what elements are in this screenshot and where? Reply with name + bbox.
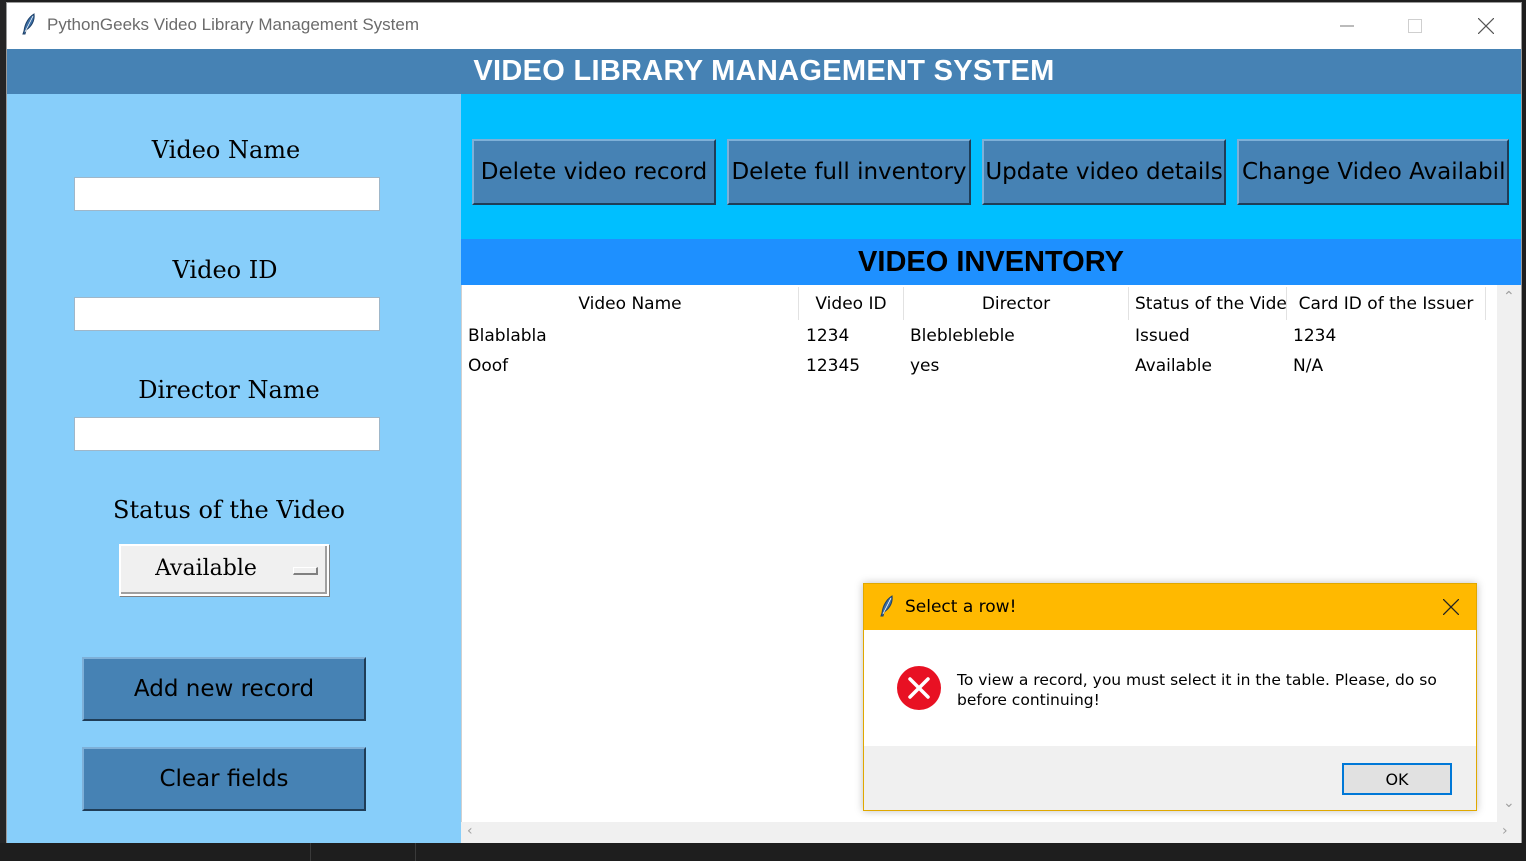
feather-icon bbox=[22, 13, 35, 35]
video-name-input[interactable] bbox=[74, 177, 380, 211]
column-header-card-id[interactable]: Card ID of the Issuer bbox=[1287, 287, 1486, 320]
delete-inventory-button[interactable]: Delete full inventory bbox=[727, 139, 971, 205]
error-icon bbox=[897, 666, 941, 710]
cell-status: Available bbox=[1135, 356, 1212, 376]
status-option-menu[interactable]: Available bbox=[119, 544, 329, 596]
minimize-button[interactable] bbox=[1313, 3, 1381, 49]
dialog-title: Select a row! bbox=[905, 597, 1017, 617]
table-row[interactable]: Blablabla 1234 Bleblebleble Issued 1234 bbox=[462, 323, 1496, 351]
column-header-status[interactable]: Status of the Videc bbox=[1129, 287, 1287, 320]
close-button[interactable] bbox=[1452, 3, 1520, 49]
background-divider bbox=[415, 843, 416, 861]
feather-icon bbox=[880, 595, 893, 617]
video-name-label: Video Name bbox=[151, 136, 301, 164]
column-header-director[interactable]: Director bbox=[904, 287, 1129, 320]
app-header: VIDEO LIBRARY MANAGEMENT SYSTEM bbox=[7, 49, 1521, 94]
dialog-close-button[interactable] bbox=[1430, 593, 1472, 621]
maximize-icon bbox=[1408, 19, 1422, 33]
status-selected-value: Available bbox=[155, 556, 257, 581]
delete-record-button[interactable]: Delete video record bbox=[472, 139, 716, 205]
close-icon bbox=[1478, 18, 1494, 34]
scroll-down-icon[interactable]: ⌄ bbox=[1503, 795, 1515, 811]
horizontal-scrollbar[interactable]: ‹ › bbox=[461, 822, 1521, 843]
background-divider bbox=[310, 843, 311, 861]
close-icon bbox=[1443, 599, 1459, 615]
cell-video-id: 1234 bbox=[806, 326, 850, 346]
clear-fields-button[interactable]: Clear fields bbox=[82, 747, 366, 811]
director-name-input[interactable] bbox=[74, 417, 380, 451]
dialog-message: To view a record, you must select it in … bbox=[957, 671, 1437, 709]
cell-card-id: N/A bbox=[1293, 356, 1324, 376]
cell-status: Issued bbox=[1135, 326, 1190, 346]
table-row[interactable]: Ooof 12345 yes Available N/A bbox=[462, 353, 1496, 381]
column-header-video-id[interactable]: Video ID bbox=[799, 287, 904, 320]
cell-director: yes bbox=[910, 356, 940, 376]
cell-video-name: Ooof bbox=[468, 356, 509, 376]
ok-button[interactable]: OK bbox=[1342, 763, 1452, 795]
window-title: PythonGeeks Video Library Management Sys… bbox=[47, 15, 419, 34]
director-name-label: Director Name bbox=[138, 376, 320, 404]
scroll-left-icon[interactable]: ‹ bbox=[467, 823, 473, 839]
inventory-header: VIDEO INVENTORY bbox=[461, 239, 1521, 285]
cell-director: Bleblebleble bbox=[910, 326, 1015, 346]
vertical-scrollbar[interactable]: ⌃ ⌄ bbox=[1497, 285, 1521, 822]
change-availability-button[interactable]: Change Video Availability bbox=[1237, 139, 1509, 205]
column-header-video-name[interactable]: Video Name bbox=[462, 287, 799, 320]
app-header-title: VIDEO LIBRARY MANAGEMENT SYSTEM bbox=[473, 55, 1055, 87]
background-code-area bbox=[0, 843, 1526, 861]
option-menu-indicator-icon bbox=[293, 567, 318, 575]
status-label: Status of the Video bbox=[113, 496, 345, 524]
video-id-label: Video ID bbox=[172, 256, 278, 284]
cell-video-name: Blablabla bbox=[468, 326, 547, 346]
add-record-button[interactable]: Add new record bbox=[82, 657, 366, 721]
scroll-right-icon[interactable]: › bbox=[1502, 823, 1508, 839]
cell-card-id: 1234 bbox=[1293, 326, 1337, 346]
cell-video-id: 12345 bbox=[806, 356, 861, 376]
minimize-icon bbox=[1340, 25, 1354, 27]
maximize-button[interactable] bbox=[1381, 3, 1449, 49]
update-details-button[interactable]: Update video details bbox=[982, 139, 1226, 205]
video-id-input[interactable] bbox=[74, 297, 380, 331]
inventory-title: VIDEO INVENTORY bbox=[858, 245, 1124, 278]
scroll-up-icon[interactable]: ⌃ bbox=[1503, 289, 1515, 305]
